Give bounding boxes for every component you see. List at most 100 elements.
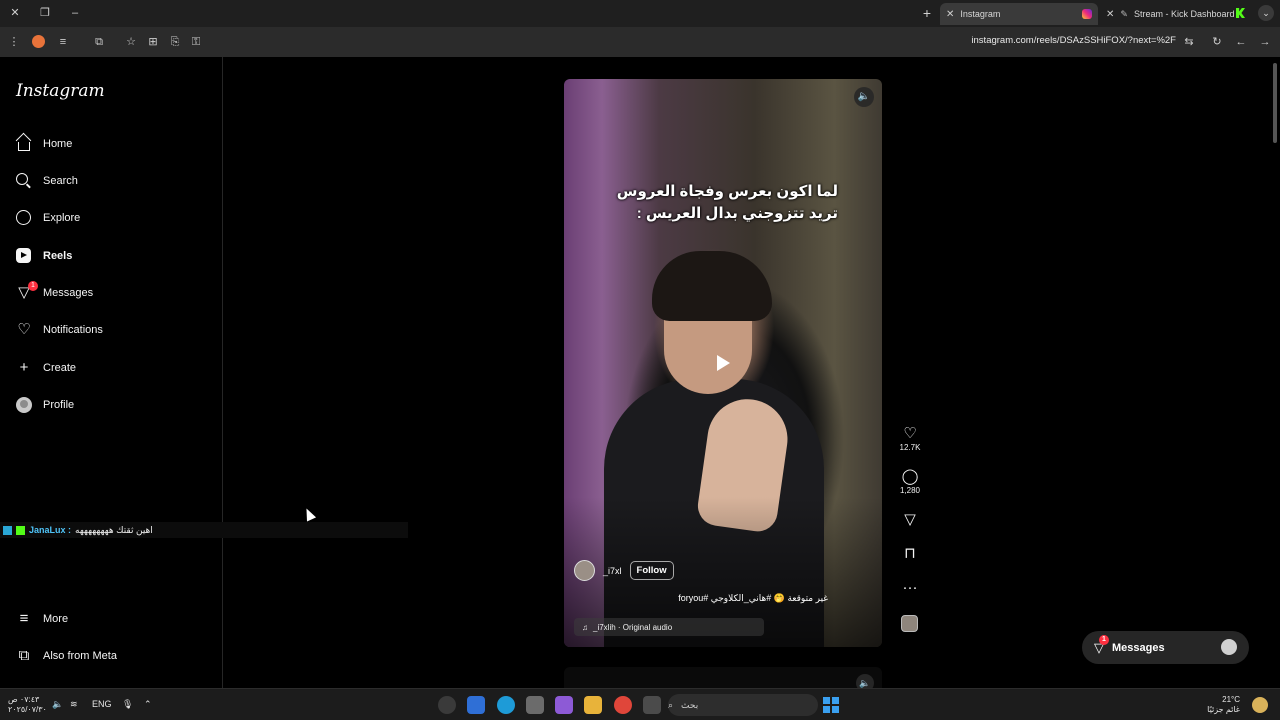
minimize-window-icon[interactable]: – xyxy=(66,5,84,21)
taskbar-explorer-icon[interactable] xyxy=(584,696,602,714)
taskbar-app-icon[interactable] xyxy=(526,696,544,714)
sidebar-item-label: Home xyxy=(43,138,73,150)
messages-pill-avatar xyxy=(1221,639,1237,655)
messages-badge: 1 xyxy=(28,281,38,291)
bookmark-star-icon[interactable]: ☆ xyxy=(124,35,138,49)
more-dots-icon: ··· xyxy=(902,579,918,596)
taskbar-edge-icon[interactable] xyxy=(497,696,515,714)
sidebar-item-more[interactable]: ≡ More xyxy=(16,608,68,630)
sidebar-item-label: Create xyxy=(43,362,77,374)
weather-text: غائم جزئيًا xyxy=(1207,705,1240,714)
bookmark-icon: ⊓ xyxy=(904,545,916,562)
tray-chevron-icon[interactable]: ⌃ xyxy=(144,699,152,710)
sidebar-item-notifications[interactable]: ♡ Notifications xyxy=(16,319,103,341)
sidebar-item-search[interactable]: Search xyxy=(16,170,78,192)
hamburger-menu-icon: ≡ xyxy=(19,610,29,627)
sidebar-item-label: Search xyxy=(43,175,78,187)
new-tab-button[interactable]: + xyxy=(920,4,934,22)
save-button[interactable]: ⊓ xyxy=(895,545,925,563)
subscriber-badge-icon xyxy=(16,525,25,535)
taskbar-chrome-icon[interactable] xyxy=(614,696,632,714)
sidebar-item-create[interactable]: + Create xyxy=(16,357,76,379)
audio-thumbnail[interactable] xyxy=(901,615,918,632)
close-window-icon[interactable]: ✕ xyxy=(6,5,24,21)
tab-search-menu-icon[interactable]: ⌄ xyxy=(1258,5,1274,21)
sidebar-item-label: Explore xyxy=(43,212,81,224)
music-note-icon: ♫ xyxy=(582,622,588,632)
extension-icon[interactable] xyxy=(32,35,45,48)
close-tab-icon[interactable]: ✕ xyxy=(1106,9,1114,20)
sidebar-item-label: Also from Meta xyxy=(43,650,117,662)
follow-button[interactable]: Follow xyxy=(629,561,674,580)
more-options-button[interactable]: ··· xyxy=(895,579,925,597)
site-settings-icon[interactable]: ⇆ xyxy=(1182,35,1196,49)
sidebar-item-reels[interactable]: Reels xyxy=(16,245,72,267)
translate-icon[interactable]: ⊞ xyxy=(146,35,160,49)
messages-pill-label: Messages xyxy=(1112,641,1165,654)
reload-icon[interactable]: ↻ xyxy=(1210,35,1224,49)
extensions-puzzle-icon[interactable]: ⧉ xyxy=(92,35,106,49)
video-hair xyxy=(652,251,772,321)
page-scrollbar[interactable] xyxy=(1270,57,1280,688)
sidebar-item-messages[interactable]: ▽ 1 Messages xyxy=(16,281,93,304)
taskbar-clock[interactable]: ٠٧:٤٣ ص ٢٠٢٥/٠٧/٣٠ xyxy=(8,695,47,715)
like-button[interactable]: ♡ 12.7K xyxy=(895,425,925,452)
sidebar-item-label: More xyxy=(43,613,69,625)
chat-username: JanaLux : xyxy=(29,525,72,535)
windows-start-icon[interactable] xyxy=(823,697,839,713)
weather-widget[interactable]: 21°C غائم جزئيًا xyxy=(1207,695,1240,715)
scrollbar-thumb[interactable] xyxy=(1273,63,1277,143)
reel-author: _i7xl Follow xyxy=(574,560,674,581)
search-icon xyxy=(16,173,32,189)
messages-pill[interactable]: ▽ 1 Messages xyxy=(1082,631,1249,664)
taskbar-app-recorder-icon[interactable] xyxy=(438,696,456,714)
taskbar-copilot-icon[interactable] xyxy=(555,696,573,714)
restore-window-icon[interactable]: ❐ xyxy=(36,5,54,21)
wifi-icon[interactable]: ≋ xyxy=(70,699,78,710)
sidebar-item-explore[interactable]: Explore xyxy=(16,207,80,229)
taskbar-window-icon[interactable] xyxy=(643,696,661,714)
sidebar-item-also-from-meta[interactable]: ⧉ Also from Meta xyxy=(16,645,117,667)
author-avatar[interactable] xyxy=(574,560,595,581)
messenger-icon: ▽ 1 xyxy=(1094,634,1109,656)
language-indicator[interactable]: ENG xyxy=(92,699,112,709)
instagram-sidebar: Instagram Home Search Explore Reels ▽ 1 … xyxy=(0,57,223,688)
stream-chat-message: JanaLux : اهين ثقتك ههههههههه xyxy=(0,522,408,538)
microphone-icon[interactable]: 🎙 xyxy=(122,699,133,710)
play-icon[interactable] xyxy=(717,355,730,371)
speaker-mute-icon[interactable]: 🔈 xyxy=(854,87,874,107)
forward-icon[interactable]: → xyxy=(1258,35,1272,49)
sidebar-item-label: Profile xyxy=(43,399,75,411)
menu-dots-icon[interactable]: ⋮ xyxy=(7,35,21,49)
next-reel-preview[interactable] xyxy=(564,667,882,688)
volume-icon[interactable]: 🔈 xyxy=(52,699,63,710)
sidebar-item-home[interactable]: Home xyxy=(16,133,72,155)
reel-description[interactable]: غير متوقعة 🤭 #هاني_الكلاوجي #foryou xyxy=(678,593,828,604)
taskbar-store-icon[interactable] xyxy=(467,696,485,714)
author-username[interactable]: _i7xl xyxy=(603,566,622,576)
caption-line-1: لما اكون بعرس وفجاة العروس xyxy=(616,183,838,200)
home-icon xyxy=(16,136,32,152)
playlist-icon[interactable]: ≡ xyxy=(56,35,70,49)
address-bar[interactable]: instagram.com/reels/DSAzSSHiFOX/?next=%2… xyxy=(940,35,1176,49)
tab-title: Stream - Kick Dashboard xyxy=(1133,9,1235,19)
back-icon[interactable]: ← xyxy=(1234,35,1248,49)
avatar-icon xyxy=(16,397,32,413)
search-placeholder: بحث xyxy=(681,699,699,710)
share-button[interactable]: ▽ xyxy=(895,511,925,529)
sidebar-item-profile[interactable]: Profile xyxy=(16,394,74,416)
reel-video[interactable]: لما اكون بعرس وفجاة العروس تريد تتزوجني … xyxy=(564,79,882,647)
weather-icon xyxy=(1252,697,1268,713)
taskbar-search-input[interactable]: بحث ⌕ xyxy=(668,694,818,716)
comment-button[interactable]: ◯ 1,280 xyxy=(895,468,925,495)
password-key-icon[interactable]: ⚿ xyxy=(189,35,203,49)
tab-kick-dashboard[interactable]: ✕ ✎ Stream - Kick Dashboard xyxy=(1100,3,1250,25)
instagram-logo[interactable]: Instagram xyxy=(16,81,105,101)
tab-instagram[interactable]: ✕ Instagram xyxy=(940,3,1098,25)
close-tab-icon[interactable]: ✕ xyxy=(946,9,954,20)
plus-icon: + xyxy=(19,359,29,376)
like-count: 12.7K xyxy=(899,443,921,452)
compass-icon xyxy=(16,210,32,226)
send-to-device-icon[interactable]: ⎘ xyxy=(168,35,182,49)
audio-track[interactable]: ♫ _i7xlih · Original audio xyxy=(574,618,764,636)
